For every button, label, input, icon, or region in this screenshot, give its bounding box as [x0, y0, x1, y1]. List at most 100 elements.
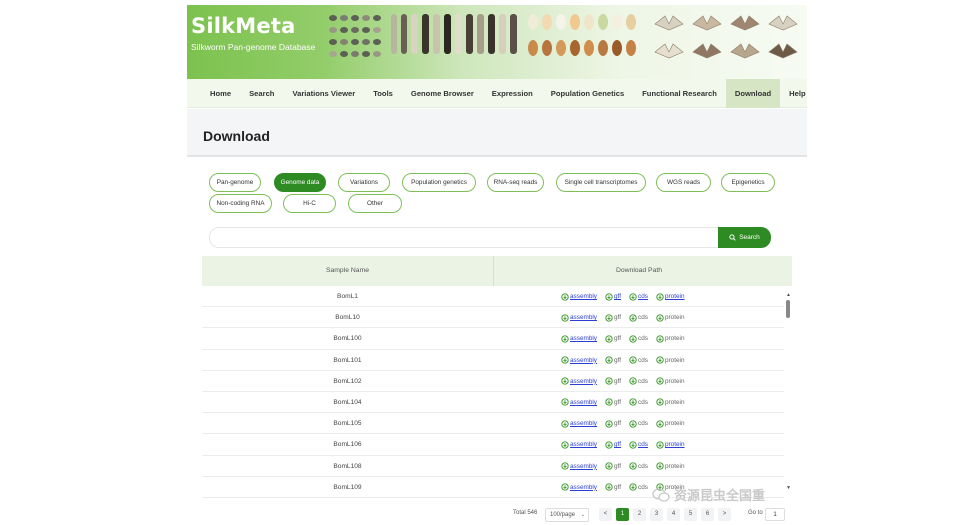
next-page-button[interactable]: > [718, 508, 731, 521]
download-protein-link: protein [656, 398, 685, 407]
sample-name-cell: BomL106 [333, 441, 362, 449]
sample-name-cell: BomL100 [333, 335, 362, 343]
nav-genome-browser[interactable]: Genome Browser [402, 79, 483, 108]
nav-download[interactable]: Download [725, 79, 781, 108]
download-assembly-link[interactable]: assembly [561, 292, 597, 301]
goto-page-input[interactable]: 1 [765, 508, 785, 521]
download-cds-link: cds [629, 419, 648, 428]
download-link-label: protein [664, 420, 685, 428]
download-gff-link: gff [605, 462, 621, 470]
download-assembly-link[interactable]: assembly [561, 377, 597, 385]
download-link-label: protein [664, 398, 685, 406]
table-scrollbar[interactable]: ▲ ▼ [786, 292, 791, 492]
scroll-up-arrow-icon[interactable]: ▲ [786, 292, 791, 298]
download-icon [561, 441, 569, 449]
download-cds-link: cds [629, 398, 648, 407]
table-row: BomL100 assembly gff cds protein [202, 328, 784, 350]
category-chip-rna-seq-reads[interactable]: RNA-seq reads [487, 173, 544, 192]
category-chip-non-coding-rna[interactable]: Non-coding RNA [209, 194, 272, 213]
download-assembly-link[interactable]: assembly [561, 398, 597, 407]
nav-help[interactable]: Help [780, 79, 814, 108]
page-button-5[interactable]: 5 [684, 508, 697, 521]
category-chip-epigenetics[interactable]: Epigenetics [721, 173, 775, 192]
nav-functional-research[interactable]: Functional Research [633, 79, 726, 108]
download-link-label: protein [664, 441, 685, 449]
download-links-cell: assembly gff cds protein [561, 328, 693, 349]
category-chip-genome-data[interactable]: Genome data [274, 173, 326, 192]
download-icon [629, 292, 637, 301]
page-size-select[interactable]: 100/page ⌄ [545, 508, 589, 522]
download-assembly-link[interactable]: assembly [561, 356, 597, 364]
sample-name-cell: BomL104 [333, 398, 362, 406]
nav-variations-viewer[interactable]: Variations Viewer [283, 79, 364, 108]
prev-page-button[interactable]: < [599, 508, 612, 521]
download-icon [629, 398, 637, 407]
sample-search-input[interactable] [209, 227, 719, 248]
page-button-6[interactable]: 6 [701, 508, 714, 521]
download-link-label: assembly [570, 377, 597, 385]
download-assembly-link[interactable]: assembly [561, 335, 597, 343]
download-icon [605, 419, 613, 428]
page-button-2[interactable]: 2 [633, 508, 646, 521]
category-chip-hi-c[interactable]: Hi-C [283, 194, 336, 213]
nav-home[interactable]: Home [201, 79, 240, 108]
nav-expression[interactable]: Expression [483, 79, 542, 108]
download-link-label: assembly [570, 335, 597, 343]
download-cds-link[interactable]: cds [629, 292, 648, 301]
download-protein-link[interactable]: protein [656, 292, 685, 301]
category-chip-population-genetics[interactable]: Population genetics [402, 173, 476, 192]
download-icon [656, 419, 664, 428]
column-header-download-path: Download Path [615, 267, 663, 274]
download-link-label: cds [638, 441, 648, 449]
table-row: BomL104 assembly gff cds protein [202, 392, 784, 414]
page-button-1[interactable]: 1 [616, 508, 629, 521]
nav-search[interactable]: Search [240, 79, 283, 108]
download-protein-link[interactable]: protein [656, 441, 685, 449]
nav-tools[interactable]: Tools [364, 79, 402, 108]
download-gff-link[interactable]: gff [605, 292, 621, 301]
category-chip-other[interactable]: Other [348, 194, 402, 213]
download-icon [561, 419, 569, 428]
download-link-label: protein [664, 377, 685, 385]
silkworm-gallery-image [329, 14, 798, 59]
category-chip-single-cell-transcriptomes[interactable]: Single cell transcriptomes [556, 173, 646, 192]
download-icon [605, 441, 613, 449]
page-button-3[interactable]: 3 [650, 508, 663, 521]
table-row: BomL102 assembly gff cds protein [202, 371, 784, 392]
main-nav: Home Search Variations Viewer Tools Geno… [187, 79, 807, 108]
download-assembly-link[interactable]: assembly [561, 462, 597, 470]
page-frame: SilkMeta Silkworm Pan-genome Database Ho… [187, 5, 807, 525]
download-link-label: cds [638, 483, 648, 491]
wechat-watermark: 资源昆虫全国重 [652, 485, 765, 504]
pagination-total: Total 546 [513, 510, 538, 516]
sample-name-cell: BomL10 [335, 314, 360, 322]
download-assembly-link[interactable]: assembly [561, 314, 597, 322]
site-logo-title[interactable]: SilkMeta [191, 14, 295, 38]
scroll-down-arrow-icon[interactable]: ▼ [786, 485, 791, 491]
download-cds-link[interactable]: cds [629, 441, 648, 449]
download-assembly-link[interactable]: assembly [561, 483, 597, 491]
table-row: BomL106 assembly gff cds protein [202, 434, 784, 456]
goto-label: Go to [748, 510, 763, 516]
download-gff-link: gff [605, 398, 621, 407]
nav-population-genetics[interactable]: Population Genetics [542, 79, 633, 108]
category-chip-pan-genome[interactable]: Pan-genome [209, 173, 261, 192]
category-chip-variations[interactable]: Variations [338, 173, 390, 192]
download-icon [629, 356, 637, 364]
download-link-label: assembly [570, 441, 597, 449]
wechat-icon [652, 487, 670, 502]
download-gff-link[interactable]: gff [605, 441, 621, 449]
download-link-label: gff [614, 441, 621, 449]
download-link-label: cds [638, 398, 648, 406]
scroll-thumb[interactable] [786, 300, 790, 318]
page-button-4[interactable]: 4 [667, 508, 680, 521]
download-link-label: protein [664, 335, 685, 343]
download-gff-link: gff [605, 314, 621, 322]
download-gff-link: gff [605, 377, 621, 385]
download-assembly-link[interactable]: assembly [561, 441, 597, 449]
category-chip-wgs-reads[interactable]: WGS reads [656, 173, 711, 192]
download-gff-link: gff [605, 335, 621, 343]
download-link-label: cds [638, 356, 648, 364]
download-assembly-link[interactable]: assembly [561, 419, 597, 428]
search-button[interactable]: Search [718, 227, 771, 248]
